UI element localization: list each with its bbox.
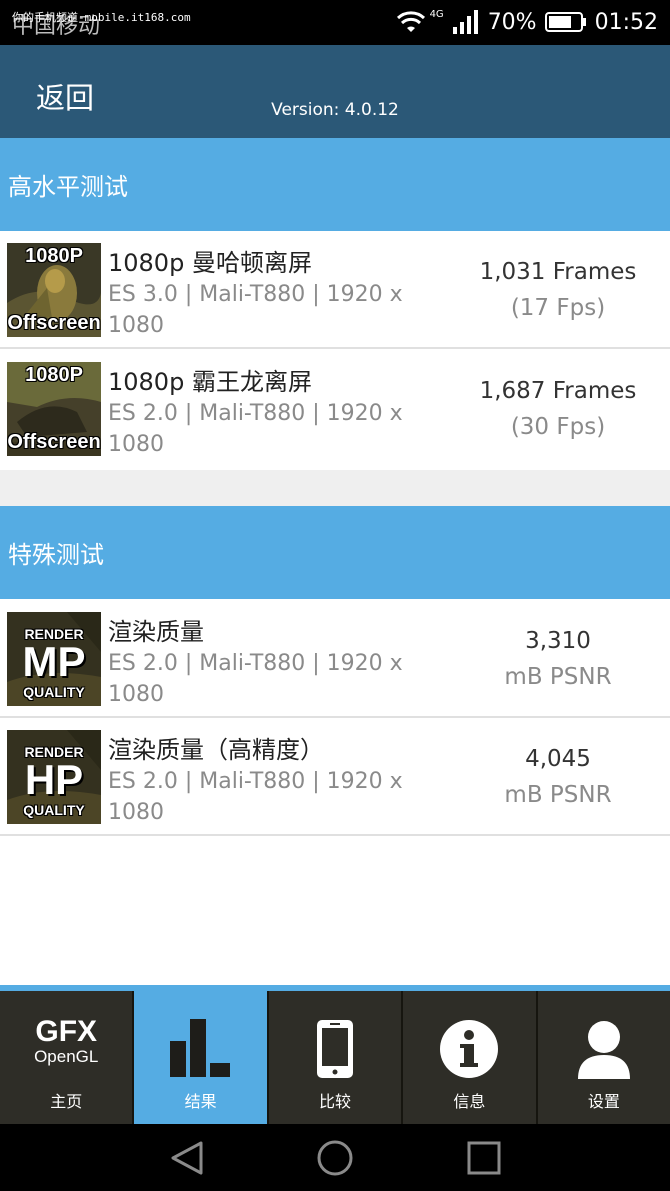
- tab-info[interactable]: 信息: [403, 991, 538, 1124]
- wifi-icon: [396, 11, 425, 32]
- info-icon: [440, 1020, 499, 1078]
- render-quality-mp-thumbnail: RENDER MP QUALITY: [7, 612, 101, 706]
- test-score: 1,031 Frames: [479, 259, 637, 285]
- thumbnail-bottom-text: Offscreen: [7, 431, 101, 453]
- tab-compare[interactable]: 比较: [268, 991, 404, 1124]
- signal-icon: [452, 10, 478, 34]
- logo-opengl-text: OpenGL: [34, 1047, 99, 1066]
- section-header-high-level: 高水平测试: [0, 138, 670, 231]
- status-icons: 4G 70% 01:52: [396, 6, 658, 38]
- phone-icon: [317, 1020, 354, 1078]
- test-description: ES 2.0 | Mali-T880 | 1920 x 1080: [108, 769, 403, 825]
- bar-chart-icon: [169, 1019, 230, 1077]
- tab-label: 结果: [184, 1092, 217, 1111]
- tab-label: 主页: [50, 1092, 83, 1111]
- test-score-detail: mB PSNR: [504, 664, 612, 690]
- logo-gfx-text: GFX: [35, 1015, 98, 1048]
- test-description: ES 2.0 | Mali-T880 | 1920 x 1080: [108, 651, 403, 707]
- tab-label: 设置: [587, 1092, 620, 1111]
- recents-square-icon[interactable]: [467, 1141, 501, 1175]
- result-row[interactable]: RENDER MP QUALITY 渲染质量 ES 2.0 | Mali-T88…: [0, 600, 670, 718]
- test-score: 3,310: [525, 628, 591, 654]
- back-triangle-icon[interactable]: [170, 1140, 204, 1176]
- test-score: 4,045: [525, 746, 591, 772]
- test-score-detail: mB PSNR: [504, 782, 612, 808]
- version-label: Version: 4.0.12: [271, 100, 399, 120]
- test-score: 1,687 Frames: [479, 378, 637, 404]
- clock: 01:52: [594, 9, 658, 35]
- home-circle-icon[interactable]: [317, 1140, 353, 1176]
- tab-settings[interactable]: 设置: [537, 991, 670, 1124]
- test-description: ES 2.0 | Mali-T880 | 1920 x 1080: [108, 401, 403, 457]
- battery-icon: [544, 12, 586, 32]
- trex-thumbnail: 1080P Offscreen: [7, 362, 101, 456]
- thumbnail-mid-text: MP: [22, 638, 86, 685]
- gfx-opengl-logo-icon: GFX OpenGL: [11, 1017, 121, 1067]
- result-row[interactable]: 1080P Offscreen 1080p 霸王龙离屏 ES 2.0 | Mal…: [0, 350, 670, 470]
- test-title: 1080p 曼哈顿离屏: [108, 249, 312, 277]
- result-row[interactable]: RENDER HP QUALITY 渲染质量（高精度） ES 2.0 | Mal…: [0, 718, 670, 836]
- thumbnail-bottom-text: QUALITY: [23, 684, 85, 700]
- system-nav-bar: [0, 1124, 670, 1191]
- result-row[interactable]: 1080P Offscreen 1080p 曼哈顿离屏 ES 3.0 | Mal…: [0, 231, 670, 349]
- user-icon: [577, 1021, 630, 1079]
- manhattan-thumbnail: 1080P Offscreen: [7, 243, 101, 337]
- battery-percent: 70%: [487, 9, 537, 35]
- thumbnail-top-text: 1080P: [25, 245, 83, 267]
- app-bar: 返回 Version: 4.0.12: [0, 45, 670, 138]
- render-quality-hp-thumbnail: RENDER HP QUALITY: [7, 730, 101, 824]
- watermark-text: 你的手机频道-mobile.it168.com: [12, 11, 191, 24]
- section-divider: [0, 470, 670, 506]
- thumbnail-top-text: 1080P: [25, 364, 83, 386]
- network-type: 4G: [429, 8, 444, 20]
- test-score-detail: (30 Fps): [510, 414, 606, 440]
- section-header-special: 特殊测试: [0, 506, 670, 599]
- bottom-tab-bar: GFX OpenGL 主页 结果 比较 信息 设置: [0, 985, 670, 1124]
- test-description: ES 3.0 | Mali-T880 | 1920 x 1080: [108, 282, 403, 338]
- thumbnail-bottom-text: Offscreen: [7, 312, 101, 334]
- tab-label: 比较: [319, 1092, 352, 1111]
- test-score-detail: (17 Fps): [510, 295, 606, 321]
- test-title: 渲染质量（高精度）: [108, 736, 324, 764]
- tab-home[interactable]: GFX OpenGL 主页: [0, 991, 135, 1124]
- tab-results[interactable]: 结果: [134, 991, 269, 1124]
- tab-label: 信息: [453, 1092, 486, 1111]
- thumbnail-bottom-text: QUALITY: [23, 802, 85, 818]
- test-title: 1080p 霸王龙离屏: [108, 368, 312, 396]
- test-title: 渲染质量: [108, 618, 204, 646]
- thumbnail-mid-text: HP: [24, 756, 84, 803]
- status-bar: 中国移动 你的手机频道-mobile.it168.com 4G 70% 01:5…: [0, 0, 670, 45]
